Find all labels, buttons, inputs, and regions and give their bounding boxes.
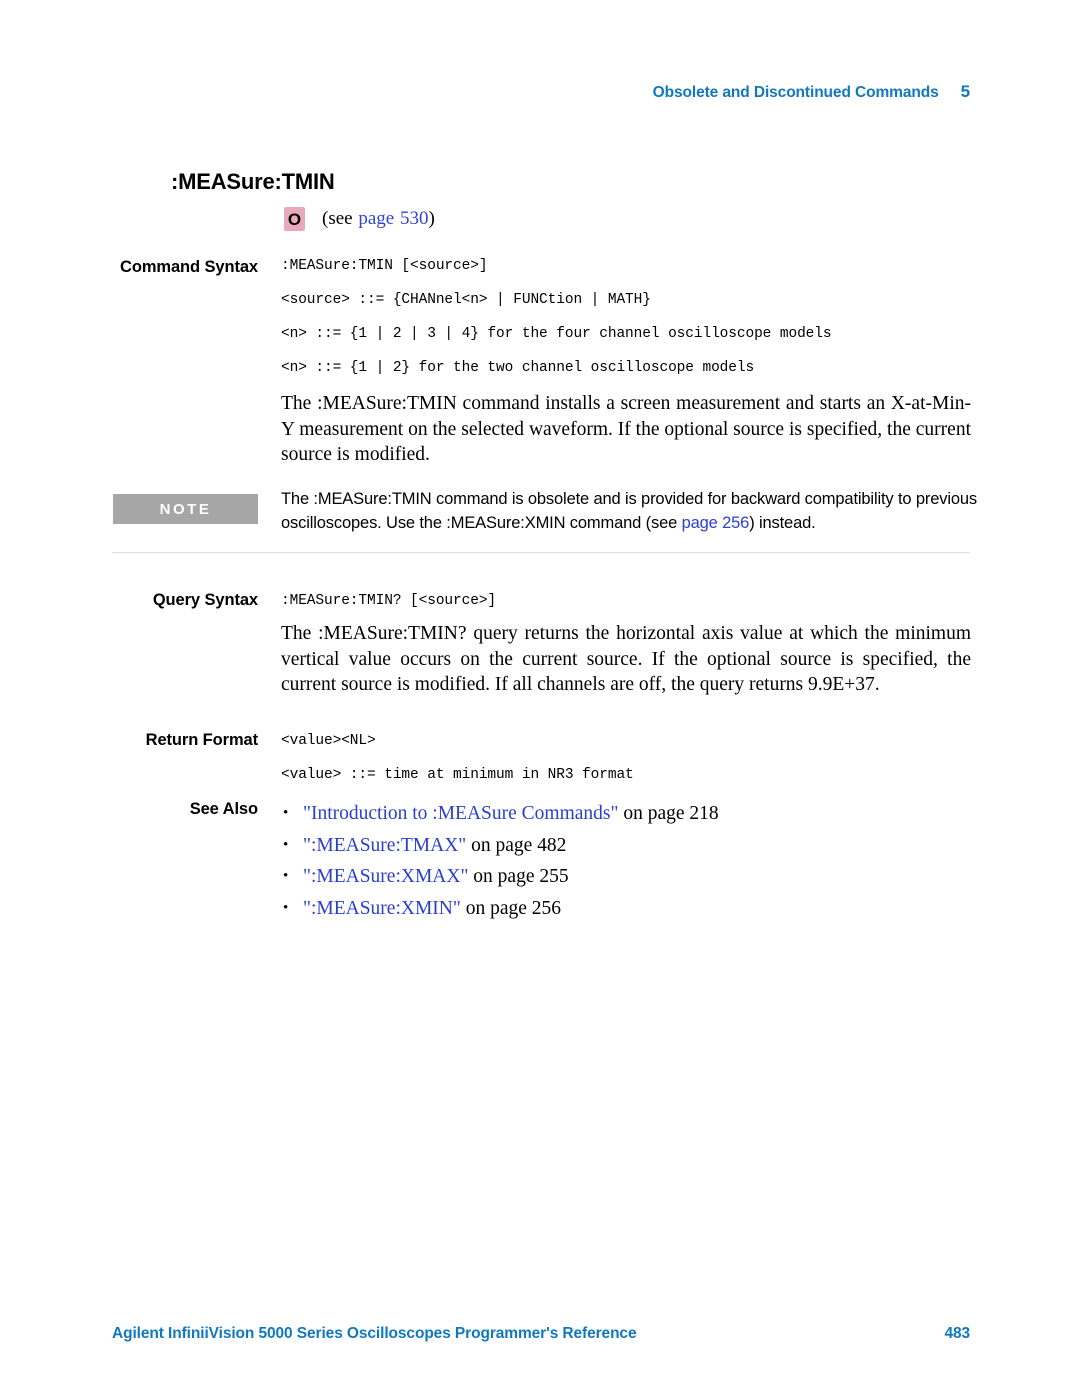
query-description: The :MEASure:TMIN? query returns the hor… [281, 623, 971, 695]
footer-page-number: 483 [944, 1325, 970, 1342]
bullet-icon: • [283, 868, 289, 884]
command-syntax-line-3: <n> ::= {1 | 2} for the two channel osci… [281, 360, 755, 376]
see-prefix-text: (see [322, 208, 353, 229]
query-syntax-line-0: :MEASure:TMIN? [<source>] [281, 593, 497, 609]
obsolete-reference-line: O (see page 530) [284, 207, 435, 231]
command-syntax-line-0: :MEASure:TMIN [<source>] [281, 258, 488, 274]
obsolete-badge: O [284, 207, 305, 231]
return-format-line-1: <value> ::= time at minimum in NR3 forma… [281, 767, 634, 783]
list-item[interactable]: • ":MEASure:XMIN" on page 256 [281, 893, 971, 925]
see-suffix-text: ) [428, 208, 435, 229]
list-item[interactable]: • ":MEASure:TMAX" on page 482 [281, 830, 971, 862]
section-divider [112, 552, 970, 553]
command-syntax-line-2: <n> ::= {1 | 2 | 3 | 4} for the four cha… [281, 326, 832, 342]
see-also-page: on page 482 [471, 834, 567, 856]
see-also-page: on page 218 [623, 803, 719, 824]
command-syntax-line-1: <source> ::= {CHANnel<n> | FUNCtion | MA… [281, 292, 651, 308]
see-also-link[interactable]: ":MEASure:XMAX" [303, 866, 468, 887]
see-also-page: on page 256 [465, 897, 562, 919]
note-tag: NOTE [113, 494, 258, 524]
see-also-list: • "Introduction to :MEASure Commands" on … [281, 798, 971, 924]
note-text-before-link: The :MEASure:TMIN command is obsolete an… [281, 490, 978, 532]
note-page-link[interactable]: page 256 [682, 514, 750, 532]
list-item[interactable]: • "Introduction to :MEASure Commands" on … [281, 798, 971, 830]
see-page-number-link[interactable]: 530 [400, 208, 429, 229]
see-page-reference: (see page 530) [322, 208, 435, 230]
see-also-link[interactable]: "Introduction to :MEASure Commands" [303, 803, 618, 824]
bullet-icon: • [283, 836, 289, 853]
command-description: The :MEASure:TMIN command installs a scr… [281, 393, 971, 465]
bullet-icon: • [283, 805, 289, 821]
note-body: The :MEASure:TMIN command is obsolete an… [281, 487, 981, 535]
footer-manual-title: Agilent InfiniiVision 5000 Series Oscill… [112, 1325, 637, 1342]
note-text-after-link: ) instead. [749, 514, 816, 532]
see-also-link[interactable]: ":MEASure:XMIN" [303, 898, 461, 919]
document-page: Obsolete and Discontinued Commands 5 :MEA… [0, 0, 1080, 1397]
query-syntax-label: Query Syntax [152, 591, 258, 609]
see-also-label: See Also [189, 800, 258, 818]
header-chapter-number: 5 [960, 82, 970, 101]
list-item[interactable]: • ":MEASure:XMAX" on page 255 [281, 861, 971, 893]
running-header: Obsolete and Discontinued Commands 5 [112, 82, 970, 102]
see-page-link[interactable]: page [358, 208, 394, 229]
return-format-line-0: <value><NL> [281, 733, 376, 749]
header-chapter-title: Obsolete and Discontinued Commands [652, 84, 939, 101]
page-footer: Agilent InfiniiVision 5000 Series Oscill… [112, 1325, 970, 1343]
see-also-link[interactable]: ":MEASure:TMAX" [303, 835, 466, 856]
return-format-label: Return Format [145, 731, 258, 749]
command-syntax-label: Command Syntax [120, 258, 258, 276]
see-also-page: on page 255 [473, 866, 569, 887]
page-title: :MEASure:TMIN [171, 169, 335, 194]
bullet-icon: • [283, 899, 289, 916]
